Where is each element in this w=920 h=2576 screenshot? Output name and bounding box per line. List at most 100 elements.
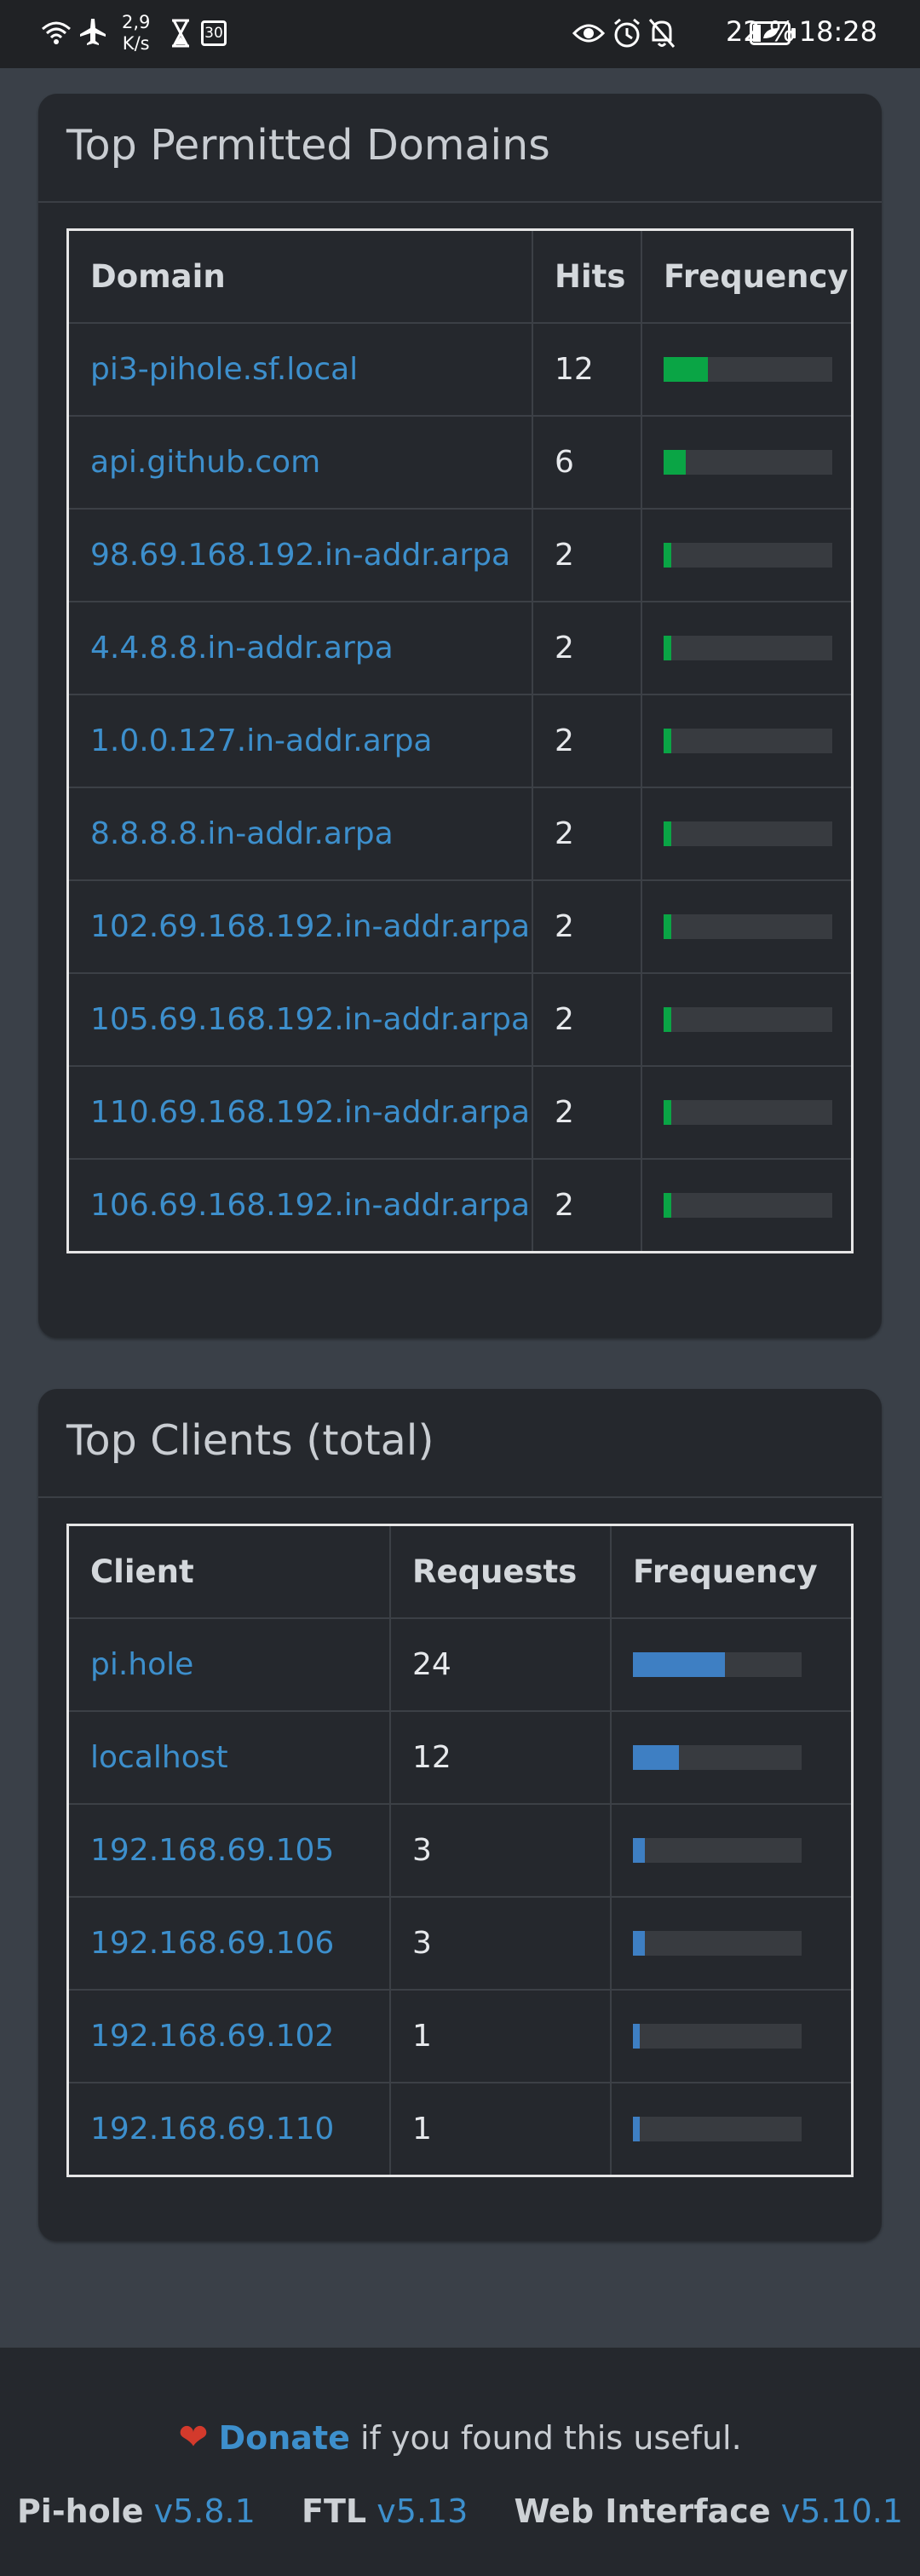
client-link[interactable]: 192.168.69.110 [66, 2082, 391, 2177]
frequency-bar-fill [664, 1193, 671, 1218]
table-row: localhost 12 [66, 1710, 854, 1805]
frequency-bar-fill [664, 543, 671, 568]
frequency-bar-fill [664, 821, 671, 846]
count-cell: 12 [389, 1710, 612, 1805]
column-header-frequency[interactable]: Frequency [641, 228, 854, 324]
table-row: pi3-pihole.sf.local 12 [66, 322, 854, 417]
frequency-cell [641, 508, 854, 602]
table-row: 98.69.168.192.in-addr.arpa 2 [66, 508, 854, 602]
table-row: 1.0.0.127.in-addr.arpa 2 [66, 694, 854, 788]
top-clients-body: pi.hole 24 localhost 12 192.168.69.105 3 192.1… [66, 1617, 854, 2177]
frequency-cell [641, 601, 854, 695]
frequency-bar [633, 1931, 802, 1956]
hourglass-icon [172, 19, 189, 48]
domain-link[interactable]: pi3-pihole.sf.local [66, 322, 533, 417]
frequency-bar [664, 1100, 832, 1125]
column-header-client[interactable]: Client [66, 1524, 391, 1619]
eye-icon [572, 24, 605, 43]
frequency-bar-fill [633, 1838, 645, 1863]
frequency-bar-fill [664, 357, 708, 382]
count-cell: 2 [532, 1065, 642, 1160]
count-cell: 2 [532, 1158, 642, 1253]
frequency-bar-fill [664, 636, 671, 660]
frequency-bar [664, 450, 832, 475]
pihole-version-link[interactable]: v5.8.1 [154, 2492, 256, 2530]
domain-link[interactable]: 98.69.168.192.in-addr.arpa [66, 508, 533, 602]
box-title: Top Clients (total) [66, 1416, 434, 1465]
frequency-bar [664, 1007, 832, 1032]
frequency-bar [664, 543, 832, 568]
calendar-icon: 30 [201, 20, 227, 46]
column-header-requests[interactable]: Requests [389, 1524, 612, 1619]
frequency-cell [610, 2082, 854, 2177]
status-bar: 2,9 K/s 30 22 % 18:28 [0, 0, 920, 68]
box-divider [38, 201, 882, 203]
domain-link[interactable]: 1.0.0.127.in-addr.arpa [66, 694, 533, 788]
frequency-cell [610, 1710, 854, 1805]
client-link[interactable]: pi.hole [66, 1617, 391, 1712]
version-info: Pi-hole v5.8.1 FTL v5.13 Web Interface v… [0, 2492, 920, 2530]
ftl-version-link[interactable]: v5.13 [377, 2492, 468, 2530]
frequency-bar [664, 821, 832, 846]
pihole-label: Pi-hole [16, 2492, 144, 2530]
top-clients-table: Client Requests Frequency pi.hole 24 local… [66, 1524, 854, 2177]
alarm-icon [614, 18, 640, 48]
heart-icon: ❤ [178, 2416, 209, 2458]
frequency-bar-fill [633, 1652, 725, 1677]
frequency-bar [664, 914, 832, 939]
top-clients-box: Top Clients (total) Client Requests Freq… [38, 1389, 882, 2241]
box-divider [38, 1496, 882, 1498]
count-cell: 12 [532, 322, 642, 417]
donate-line: ❤ Donate if you found this useful. [0, 2416, 920, 2458]
count-cell: 2 [532, 972, 642, 1067]
donate-text: if you found this useful. [349, 2419, 742, 2457]
client-link[interactable]: localhost [66, 1710, 391, 1805]
frequency-cell [641, 694, 854, 788]
domain-link[interactable]: 106.69.168.192.in-addr.arpa [66, 1158, 533, 1253]
frequency-bar-fill [633, 2024, 640, 2049]
clock: 18:28 [798, 15, 877, 48]
column-header-domain[interactable]: Domain [66, 228, 533, 324]
frequency-bar-fill [633, 2117, 640, 2141]
domain-link[interactable]: 110.69.168.192.in-addr.arpa [66, 1065, 533, 1160]
donate-link[interactable]: Donate [219, 2419, 350, 2457]
frequency-cell [610, 1617, 854, 1712]
frequency-cell [610, 1896, 854, 1991]
table-row: 192.168.69.110 1 [66, 2082, 854, 2177]
table-row: 8.8.8.8.in-addr.arpa 2 [66, 787, 854, 881]
domain-link[interactable]: 8.8.8.8.in-addr.arpa [66, 787, 533, 881]
table-row: 192.168.69.102 1 [66, 1989, 854, 2083]
web-interface-version-link[interactable]: v5.10.1 [781, 2492, 903, 2530]
column-header-hits[interactable]: Hits [532, 228, 642, 324]
permitted-domains-body: pi3-pihole.sf.local 12 api.github.com 6 98.6… [66, 322, 854, 1253]
domain-link[interactable]: 102.69.168.192.in-addr.arpa [66, 879, 533, 974]
frequency-bar [664, 729, 832, 753]
column-header-frequency[interactable]: Frequency [610, 1524, 854, 1619]
domain-link[interactable]: api.github.com [66, 415, 533, 510]
count-cell: 2 [532, 601, 642, 695]
frequency-bar [633, 1652, 802, 1677]
frequency-bar-fill [664, 1007, 671, 1032]
domain-link[interactable]: 105.69.168.192.in-addr.arpa [66, 972, 533, 1067]
frequency-cell [641, 879, 854, 974]
battery-icon [750, 21, 797, 45]
calendar-date: 30 [204, 25, 223, 42]
wifi-icon [42, 21, 71, 44]
client-link[interactable]: 192.168.69.102 [66, 1989, 391, 2083]
client-link[interactable]: 192.168.69.105 [66, 1803, 391, 1898]
network-speed-unit: K/s [122, 33, 150, 54]
frequency-bar [633, 2024, 802, 2049]
frequency-cell [610, 1989, 854, 2083]
frequency-bar [633, 1838, 802, 1863]
client-link[interactable]: 192.168.69.106 [66, 1896, 391, 1991]
frequency-bar [633, 1745, 802, 1770]
frequency-bar-fill [664, 914, 671, 939]
frequency-bar [633, 2117, 802, 2141]
domain-link[interactable]: 4.4.8.8.in-addr.arpa [66, 601, 533, 695]
table-row: api.github.com 6 [66, 415, 854, 510]
footer: ❤ Donate if you found this useful. Pi-ho… [0, 2348, 920, 2576]
permitted-domains-table: Domain Hits Frequency pi3-pihole.sf.loca… [66, 228, 854, 1253]
count-cell: 6 [532, 415, 642, 510]
frequency-bar-fill [633, 1931, 645, 1956]
web-interface-label: Web Interface [514, 2492, 771, 2530]
